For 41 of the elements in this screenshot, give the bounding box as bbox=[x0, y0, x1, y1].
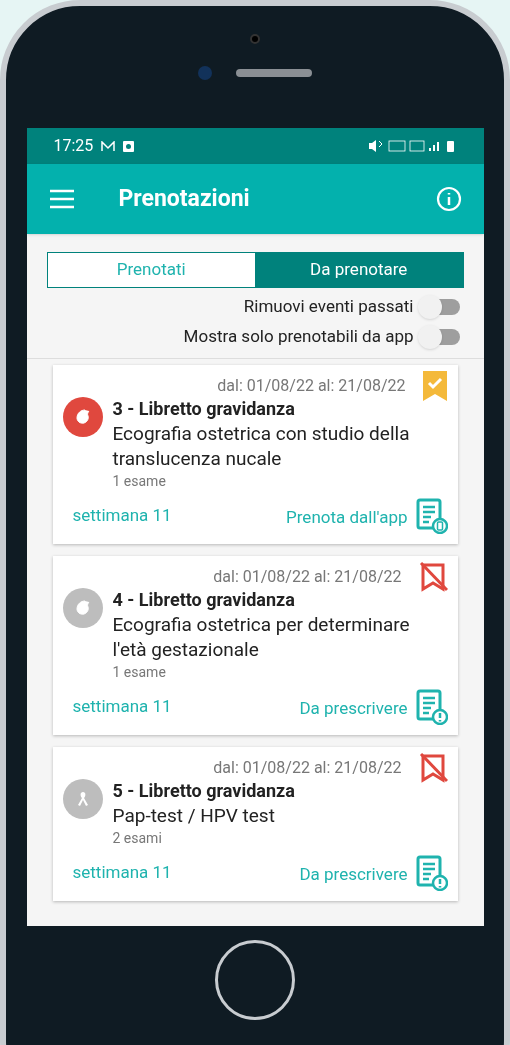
exam-description: Pap-test / HPV test bbox=[112, 803, 276, 828]
exam-count: 1 esame bbox=[112, 472, 167, 491]
camera-icon bbox=[250, 34, 260, 44]
exam-card[interactable]: dal: 01/08/22 al: 21/08/22 3 - Libretto gravidanza Ecografia ostetrica con studio della translucenza nucale 1 esame settimana 11 Prenota dall'app bbox=[52, 365, 458, 544]
week-label: settimana 11 bbox=[72, 860, 172, 884]
exam-card[interactable]: dal: 01/08/22 al: 21/08/22 5 - Libretto gravidanza Pap-test / HPV test 2 esami settimana 11 Da prescrivere bbox=[52, 747, 458, 901]
card-title: 5 - Libretto gravidanza bbox=[112, 779, 295, 803]
action-link[interactable]: Da prescrivere bbox=[299, 695, 408, 721]
exam-count: 1 esame bbox=[112, 663, 167, 682]
toggle-label: Rimuovi eventi passati bbox=[243, 295, 414, 319]
date-range: dal: 01/08/22 al: 21/08/22 bbox=[217, 375, 406, 397]
toggle-label: Mostra solo prenotabili da app bbox=[183, 325, 414, 349]
toggle-switch[interactable] bbox=[417, 294, 460, 320]
segment-tab[interactable]: Prenotati bbox=[47, 253, 255, 287]
week-label: settimana 11 bbox=[72, 503, 172, 527]
date-range: dal: 01/08/22 al: 21/08/22 bbox=[213, 757, 402, 779]
action-link[interactable]: Da prescrivere bbox=[299, 861, 408, 887]
mail-icon bbox=[101, 140, 116, 152]
date-range: dal: 01/08/22 al: 21/08/22 bbox=[213, 566, 402, 588]
exam-count: 2 esami bbox=[112, 829, 163, 848]
exam-description: Ecografia ostetrica per determinare l'età gestazionale bbox=[112, 612, 411, 662]
document-alert-icon[interactable] bbox=[415, 689, 448, 725]
exam-description: Ecografia ostetrica con studio della translucenza nucale bbox=[112, 421, 411, 471]
app-bar-title: Prenotazioni bbox=[118, 183, 251, 214]
card-title: 3 - Libretto gravidanza bbox=[112, 397, 296, 421]
week-label: settimana 11 bbox=[72, 694, 172, 718]
segment-tab[interactable]: Da prenotare bbox=[255, 253, 463, 287]
card-title: 4 - Libretto gravidanza bbox=[112, 588, 296, 612]
menu-icon[interactable] bbox=[48, 189, 75, 209]
notification-icon bbox=[123, 140, 135, 152]
bookmark-off-icon[interactable] bbox=[417, 753, 448, 783]
action-link[interactable]: Prenota dall'app bbox=[286, 504, 408, 530]
bookmark-off-icon[interactable] bbox=[417, 562, 448, 592]
front-camera-icon bbox=[198, 66, 212, 80]
status-time: 17:25 bbox=[53, 135, 94, 157]
document-alert-icon[interactable] bbox=[415, 855, 448, 891]
info-icon[interactable] bbox=[435, 186, 462, 212]
exam-card[interactable]: dal: 01/08/22 al: 21/08/22 4 - Libretto gravidanza Ecografia ostetrica per determinare l'età gestazionale 1 esame settimana 11 Da prescrivere bbox=[52, 556, 458, 735]
toggle-switch[interactable] bbox=[417, 324, 460, 350]
bookmark-check-icon[interactable] bbox=[421, 371, 448, 401]
document-phone-icon[interactable] bbox=[415, 498, 448, 534]
